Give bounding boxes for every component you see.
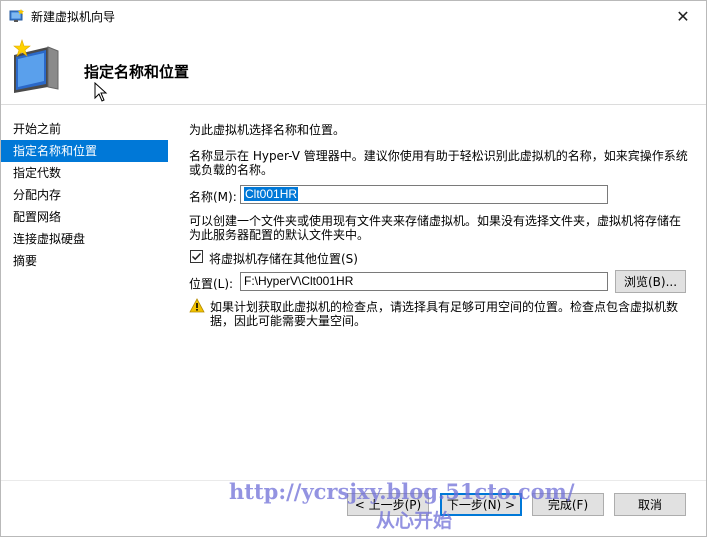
- folder-description-line2: 为此服务器配置的默认文件夹中。: [189, 228, 370, 242]
- wizard-header: 指定名称和位置: [1, 31, 706, 105]
- sidebar-item-summary[interactable]: 摘要: [1, 250, 168, 272]
- sidebar-item-memory[interactable]: 分配内存: [1, 184, 168, 206]
- cancel-button[interactable]: 取消: [614, 493, 686, 516]
- location-input-value: F:\HyperV\Clt001HR: [244, 274, 354, 288]
- wizard-content: 为此虚拟机选择名称和位置。 名称显示在 Hyper-V 管理器中。建议你使用有助…: [179, 106, 699, 476]
- warning-line1: 如果计划获取此虚拟机的检查点，请选择具有足够可用空间的位置。检查点包含虚拟机数: [210, 300, 679, 314]
- warning-line2: 据，因此可能需要大量空间。: [210, 314, 367, 328]
- hyperv-app-icon: [9, 9, 24, 22]
- name-input[interactable]: Clt001HR: [240, 185, 608, 204]
- mouse-cursor-icon: [94, 82, 108, 102]
- footer-divider: [1, 480, 706, 481]
- title-bar: 新建虚拟机向导 ✕: [1, 1, 706, 31]
- page-title: 指定名称和位置: [84, 63, 190, 81]
- browse-button[interactable]: 浏览(B)...: [615, 270, 686, 293]
- sidebar-item-network[interactable]: 配置网络: [1, 206, 168, 228]
- window-title: 新建虚拟机向导: [31, 10, 116, 24]
- folder-description-line1: 可以创建一个文件夹或使用现有文件夹来存储虚拟机。如果没有选择文件夹，虚拟机将存储…: [189, 214, 682, 228]
- name-input-value: Clt001HR: [244, 187, 299, 201]
- name-description-line1: 名称显示在 Hyper-V 管理器中。建议你使用有助于轻松识别此虚拟机的名称，如…: [189, 149, 688, 163]
- close-button[interactable]: ✕: [660, 1, 706, 31]
- warning-icon: [189, 298, 205, 313]
- finish-button[interactable]: 完成(F): [532, 493, 604, 516]
- next-button[interactable]: 下一步(N) >: [440, 493, 522, 516]
- sidebar-item-virtual-disk[interactable]: 连接虚拟硬盘: [1, 228, 168, 250]
- store-elsewhere-label[interactable]: 将虚拟机存储在其他位置(S): [209, 250, 358, 267]
- previous-button[interactable]: < 上一步(P): [347, 493, 429, 516]
- sidebar-item-generation[interactable]: 指定代数: [1, 162, 168, 184]
- intro-text: 为此虚拟机选择名称和位置。: [189, 123, 346, 137]
- sidebar-item-before-you-begin[interactable]: 开始之前: [1, 118, 168, 140]
- wizard-steps-sidebar: 开始之前 指定名称和位置 指定代数 分配内存 配置网络 连接虚拟硬盘 摘要: [1, 106, 168, 480]
- store-elsewhere-checkbox[interactable]: [190, 250, 203, 263]
- checkmark-icon: [191, 252, 202, 261]
- close-icon: ✕: [676, 6, 690, 26]
- name-label: 名称(M):: [189, 190, 237, 204]
- new-vm-wizard-icon: [13, 39, 59, 93]
- wizard-footer: < 上一步(P) 下一步(N) > 完成(F) 取消: [1, 480, 706, 536]
- location-label: 位置(L):: [189, 277, 234, 291]
- location-input[interactable]: F:\HyperV\Clt001HR: [240, 272, 608, 291]
- name-description-line2: 或负载的名称。: [189, 163, 274, 177]
- wizard-window: 新建虚拟机向导 ✕ 指定名称和位置 开始之前 指定名称和位置 指定代数 分配内存…: [0, 0, 707, 537]
- sidebar-item-name-and-location[interactable]: 指定名称和位置: [1, 140, 168, 162]
